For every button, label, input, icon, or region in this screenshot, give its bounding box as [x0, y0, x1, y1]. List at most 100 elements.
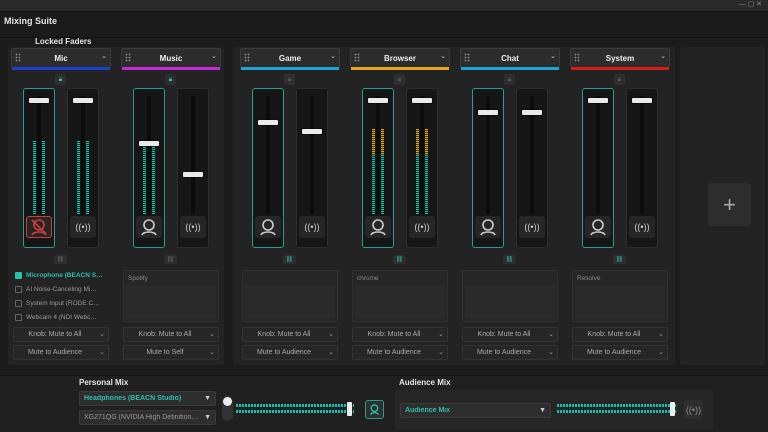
- window-titlebar: — ▢ ✕: [0, 0, 768, 12]
- fader-handle[interactable]: [302, 129, 322, 135]
- device-checkbox[interactable]: [15, 314, 22, 321]
- personal-monitor-button[interactable]: [365, 400, 384, 419]
- fader-handle[interactable]: [412, 98, 432, 104]
- lock-icon[interactable]: 🔒︎: [55, 74, 66, 85]
- dropdown-value: Knob: Mute to All: [587, 331, 641, 338]
- level-meter: [86, 140, 89, 214]
- fader-handle[interactable]: [139, 140, 159, 146]
- fader-handle[interactable]: [183, 171, 203, 177]
- device-label: Webcam 4 (NDI Webc…: [26, 314, 97, 321]
- lock-icon[interactable]: 🔒︎: [165, 74, 176, 85]
- source-list[interactable]: Resolve: [572, 270, 668, 322]
- broadcast-icon[interactable]: ((•)): [684, 400, 703, 419]
- lock-icon[interactable]: 🔒︎: [394, 74, 405, 85]
- audience-meter-top: [557, 404, 677, 407]
- broadcast-icon[interactable]: ((•)): [180, 216, 206, 238]
- link-icon[interactable]: ⛓︎: [613, 255, 626, 264]
- broadcast-icon[interactable]: ((•)): [299, 216, 325, 238]
- channel-header[interactable]: Browser ⌄: [350, 48, 450, 70]
- chevron-down-icon: ⌄: [209, 349, 215, 356]
- audience-mix-label: Audience Mix: [399, 378, 451, 387]
- personal-mix-toggle[interactable]: [222, 396, 233, 421]
- device-checkbox[interactable]: [15, 286, 22, 293]
- broadcast-icon[interactable]: ((•)): [519, 216, 545, 238]
- fader-handle[interactable]: [632, 98, 652, 104]
- mute-action-dropdown[interactable]: Mute to Audience ⌄: [352, 345, 448, 360]
- monitor-icon[interactable]: [585, 216, 611, 238]
- lock-icon[interactable]: 🔒︎: [614, 74, 625, 85]
- broadcast-icon[interactable]: ((•)): [629, 216, 655, 238]
- fader-handle[interactable]: [368, 98, 388, 104]
- device-item[interactable]: Microphone (BEACN S…: [15, 272, 103, 279]
- lock-icon[interactable]: 🔒︎: [504, 74, 515, 85]
- channel-header[interactable]: System ⌄: [570, 48, 670, 70]
- source-list[interactable]: [462, 270, 558, 322]
- knob-action-dropdown[interactable]: Knob: Mute to All ⌄: [462, 327, 558, 342]
- channel-name: Mic: [54, 54, 68, 63]
- chevron-down-icon[interactable]: ⌄: [330, 52, 336, 60]
- fader-handle[interactable]: [522, 110, 542, 116]
- device-item[interactable]: Webcam 4 (NDI Webc…: [15, 314, 97, 321]
- mute-action-dropdown[interactable]: Mute to Self ⌄: [123, 345, 219, 360]
- channel-header[interactable]: Chat ⌄: [460, 48, 560, 70]
- fader-handle[interactable]: [258, 119, 278, 125]
- monitor-icon[interactable]: [255, 216, 281, 238]
- monitor-icon[interactable]: [365, 216, 391, 238]
- link-icon[interactable]: ⛓︎: [283, 255, 296, 264]
- channel-header[interactable]: Music ⌄: [121, 48, 221, 70]
- mute-action-dropdown[interactable]: Mute to Audience ⌄: [462, 345, 558, 360]
- knob-action-dropdown[interactable]: Knob: Mute to All ⌄: [352, 327, 448, 342]
- personal-output-device-1[interactable]: Headphones (BEACN Studio) ▼: [79, 391, 216, 406]
- knob-action-dropdown[interactable]: Knob: Mute to All ⌄: [13, 327, 109, 342]
- knob-action-dropdown[interactable]: Knob: Mute to All ⌄: [242, 327, 338, 342]
- monitor-icon[interactable]: [136, 216, 162, 238]
- audience-output-select[interactable]: Audience Mix ▼: [400, 403, 551, 418]
- window-controls[interactable]: — ▢ ✕: [739, 0, 762, 9]
- broadcast-icon[interactable]: ((•)): [70, 216, 96, 238]
- source-list[interactable]: Spotify: [123, 270, 219, 322]
- chevron-down-icon[interactable]: ⌄: [211, 52, 217, 60]
- channel-color-bar: [122, 67, 220, 70]
- channel-header[interactable]: Mic ⌄: [11, 48, 111, 70]
- broadcast-icon[interactable]: ((•)): [409, 216, 435, 238]
- source-list[interactable]: [242, 270, 338, 322]
- fader-track: [81, 96, 85, 214]
- device-label: AI Noise-Canceling Mi…: [26, 286, 97, 293]
- chevron-down-icon[interactable]: ⌄: [660, 52, 666, 60]
- link-icon[interactable]: ⛓︎: [164, 255, 177, 264]
- mute-action-dropdown[interactable]: Mute to Audience ⌄: [13, 345, 109, 360]
- fader-handle[interactable]: [478, 110, 498, 116]
- add-channel-button[interactable]: +: [708, 183, 751, 226]
- channel-header[interactable]: Game ⌄: [240, 48, 340, 70]
- personal-mix-slider-handle[interactable]: [347, 402, 353, 416]
- fader-handle[interactable]: [588, 98, 608, 104]
- level-meter: [416, 154, 419, 214]
- audience-mix-slider-handle[interactable]: [670, 402, 676, 416]
- chevron-down-icon[interactable]: ⌄: [550, 52, 556, 60]
- chevron-down-icon[interactable]: ⌄: [440, 52, 446, 60]
- knob-action-dropdown[interactable]: Knob: Mute to All ⌄: [572, 327, 668, 342]
- knob-action-dropdown[interactable]: Knob: Mute to All ⌄: [123, 327, 219, 342]
- audience-mix-slider[interactable]: [557, 402, 681, 416]
- fader-handle[interactable]: [29, 98, 49, 104]
- mic-muted-icon[interactable]: [26, 216, 52, 238]
- level-meter: [381, 129, 384, 155]
- mute-action-dropdown[interactable]: Mute to Audience ⌄: [242, 345, 338, 360]
- device-checkbox[interactable]: [15, 300, 22, 307]
- dropdown-value: Knob: Mute to All: [138, 331, 192, 338]
- device-checkbox[interactable]: [15, 272, 22, 279]
- monitor-icon[interactable]: [475, 216, 501, 238]
- source-list[interactable]: chrome: [352, 270, 448, 322]
- chevron-down-icon[interactable]: ⌄: [101, 52, 107, 60]
- fader-handle[interactable]: [73, 98, 93, 104]
- personal-mix-slider[interactable]: [236, 402, 358, 416]
- device-item[interactable]: AI Noise-Canceling Mi…: [15, 286, 97, 293]
- mute-action-dropdown[interactable]: Mute to Audience ⌄: [572, 345, 668, 360]
- link-icon[interactable]: ⛓︎: [393, 255, 406, 264]
- link-icon[interactable]: ⛓︎: [54, 255, 67, 264]
- link-icon[interactable]: ⛓︎: [503, 255, 516, 264]
- personal-output-device-2[interactable]: XG271QG (NVIDIA High Definition… ▼: [79, 410, 216, 425]
- device-item[interactable]: System Input (RODE C…: [15, 300, 100, 307]
- channel-color-bar: [571, 67, 669, 70]
- lock-icon[interactable]: 🔒︎: [284, 74, 295, 85]
